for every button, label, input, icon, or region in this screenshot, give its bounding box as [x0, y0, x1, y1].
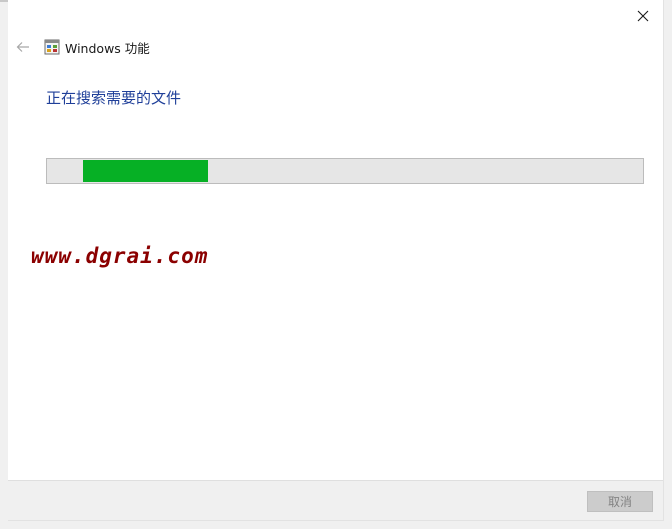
cancel-button[interactable]: 取消	[587, 491, 653, 512]
status-heading: 正在搜索需要的文件	[46, 89, 182, 107]
window-title: Windows 功能	[65, 40, 150, 56]
background-strip	[0, 0, 8, 529]
progress-bar	[46, 158, 644, 184]
back-button[interactable]	[14, 38, 32, 56]
close-button[interactable]	[631, 4, 655, 28]
watermark-text: www.dgrai.com	[31, 244, 209, 268]
dialog-window: Windows 功能 正在搜索需要的文件 www.dgrai.com 取消	[8, 0, 664, 521]
windows-features-icon	[44, 39, 60, 55]
progress-fill	[82, 160, 208, 182]
titlebar: Windows 功能	[8, 36, 150, 58]
background-mark	[0, 0, 8, 2]
close-icon	[637, 10, 649, 22]
footer-bar: 取消	[8, 480, 663, 520]
back-arrow-icon	[16, 42, 29, 52]
